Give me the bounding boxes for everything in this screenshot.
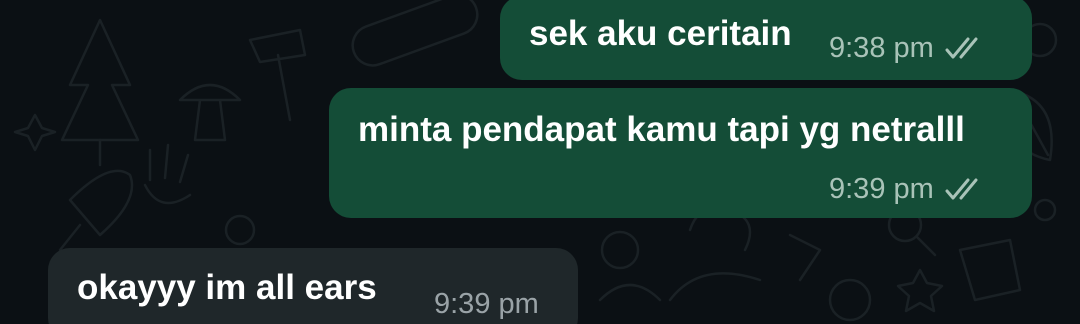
message-meta: 9:38 pm	[829, 32, 988, 64]
message-timestamp: 9:39 pm	[434, 288, 539, 320]
message-text: okayyy im all ears	[77, 268, 377, 307]
message-text: sek aku ceritain	[529, 14, 792, 53]
outgoing-message-bubble[interactable]: minta pendapat kamu tapi yg netralll 9:3…	[329, 88, 1032, 218]
message-meta: 9:39 pm	[434, 288, 539, 320]
message-text: minta pendapat kamu tapi yg netralll	[358, 110, 965, 149]
message-meta: 9:39 pm	[829, 173, 988, 205]
outgoing-message-bubble[interactable]: sek aku ceritain 9:38 pm	[500, 0, 1032, 80]
message-timestamp: 9:39 pm	[829, 173, 934, 205]
message-timestamp: 9:38 pm	[829, 32, 934, 64]
double-check-icon	[945, 178, 978, 200]
incoming-message-bubble[interactable]: okayyy im all ears 9:39 pm	[48, 248, 578, 324]
double-check-icon	[945, 37, 978, 59]
message-list[interactable]: sek aku ceritain 9:38 pm minta pendapat …	[0, 0, 1080, 324]
